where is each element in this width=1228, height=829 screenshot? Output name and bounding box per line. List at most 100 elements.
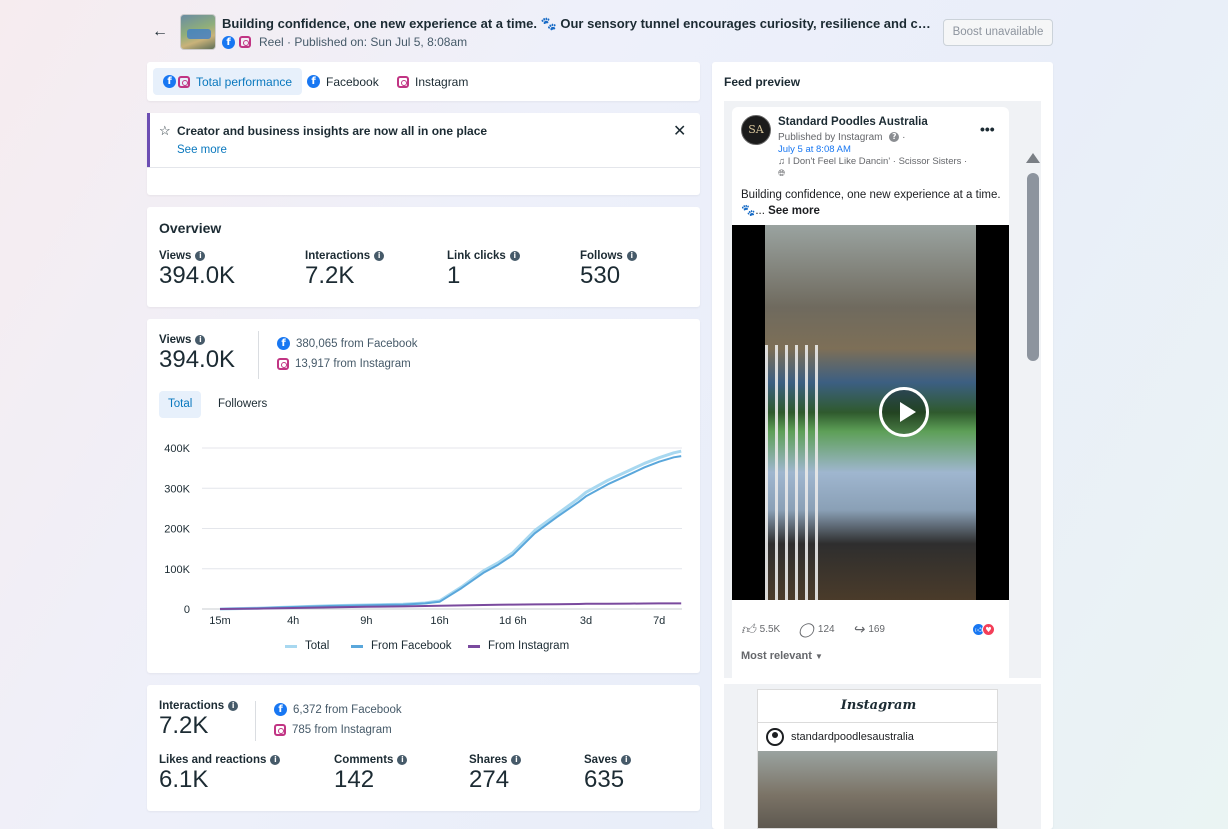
x-tick-label: 1d 6h [499, 615, 527, 627]
tab-label: Total performance [196, 74, 293, 89]
metric-label: Views [159, 250, 192, 262]
overview-card: Overview Views i 394.0K Interactions i 7.2… [147, 207, 700, 307]
x-tick-label: 4h [287, 615, 299, 627]
chevron-down-icon: ▼ [814, 652, 823, 661]
tab-instagram[interactable]: Instagram [387, 68, 478, 95]
metric-link-clicks: Link clicks i 1 [447, 250, 520, 290]
x-tick-label: 15m [209, 615, 230, 627]
legend-total: Total [285, 640, 329, 652]
instagram-icon [239, 36, 251, 48]
info-icon[interactable]: i [195, 250, 206, 261]
metric-shares: Shares i 274 [469, 754, 522, 794]
facebook-icon: f [307, 75, 320, 88]
music-credit[interactable]: ♫ I Don't Feel Like Dancin' · Scissor Si… [778, 156, 967, 167]
series-line-total[interactable] [219, 449, 682, 611]
reaction-bar: 👍︎ 5.5K ◯ 124 ↪ 169 [741, 621, 1003, 638]
metric-label: Link clicks [447, 250, 506, 262]
instagram-preview-frame[interactable]: Instagram standardpoodlesaustralia [724, 684, 1041, 829]
metric-label: Interactions [305, 250, 371, 262]
info-icon[interactable]: i [228, 700, 239, 711]
see-more-link[interactable]: See more [768, 205, 820, 217]
avatar[interactable]: SA [741, 115, 771, 145]
metric-views: Views i 394.0K [159, 250, 235, 290]
reaction-badges: 👍︎ ♥ [972, 623, 995, 636]
divider [147, 167, 700, 168]
notice-title: Creator and business insights are now al… [177, 124, 488, 138]
x-tick-label: 16h [430, 615, 448, 627]
legend-swatch [351, 644, 363, 648]
info-icon[interactable]: i [511, 754, 522, 765]
scroll-thumb[interactable] [1027, 173, 1039, 361]
info-icon[interactable]: i [270, 754, 281, 765]
legend-label: From Instagram [488, 640, 570, 652]
share-button[interactable]: ↪ 169 [853, 621, 885, 638]
star-icon: ☆ [159, 123, 171, 138]
y-tick-label: 400K [164, 443, 190, 455]
metric-likes: Likes and reactions i 6.1K [159, 754, 281, 794]
feed-preview-title: Feed preview [724, 75, 801, 89]
boost-button[interactable]: Boost unavailable [943, 19, 1053, 46]
metric-comments: Comments i 142 [334, 754, 408, 794]
tab-total-performance[interactable]: f Total performance [153, 68, 303, 95]
comment-button[interactable]: ◯ 124 [798, 621, 834, 638]
post-caption: Building confidence, one new experience … [741, 187, 1003, 219]
interactions-facebook: f 6,372 from Facebook [274, 703, 402, 716]
info-icon[interactable]: i [621, 754, 632, 765]
post-meta: f Reel · Published on: Sun Jul 5, 8:08am [222, 35, 467, 49]
metric-value: 394.0K [159, 262, 236, 289]
metric-label: Comments [334, 754, 394, 766]
insights-notice: ☆ Creator and business insights are now … [147, 113, 700, 195]
see-more-link[interactable]: See more [177, 144, 227, 156]
instagram-video[interactable] [758, 751, 997, 828]
info-icon[interactable]: i [374, 250, 385, 261]
comment-icon: ◯ [798, 621, 814, 637]
post-date[interactable]: July 5 at 8:08 AM [778, 144, 851, 155]
instagram-icon [274, 724, 286, 736]
interactions-card: Interactions i 7.2K f 6,372 from Facebook … [147, 685, 700, 811]
facebook-preview-frame[interactable]: SA Standard Poodles Australia Published … [724, 101, 1041, 710]
share-icon: ↪ [852, 621, 865, 637]
interactions-instagram: 785 from Instagram [274, 724, 392, 736]
x-tick-label: 9h [360, 615, 372, 627]
instagram-icon [397, 75, 409, 88]
video-player[interactable] [732, 225, 1009, 600]
instagram-username[interactable]: standardpoodlesaustralia [791, 731, 914, 743]
like-button[interactable]: 👍︎ 5.5K [741, 621, 780, 638]
tab-facebook[interactable]: f Facebook [297, 68, 389, 95]
metric-value: 7.2K [305, 262, 355, 289]
video-frame [765, 225, 976, 600]
metric-value: 142 [334, 766, 375, 793]
info-icon[interactable]: i [397, 754, 408, 765]
back-arrow-icon[interactable]: ← [150, 22, 170, 42]
divider [758, 722, 997, 723]
play-icon[interactable] [879, 387, 929, 437]
platform-tabs: f Total performance f Facebook Instagram [147, 62, 700, 101]
comment-sort-dropdown[interactable]: Most relevant ▼ [741, 650, 823, 662]
metric-label: Likes and reactions [159, 754, 267, 766]
source-value: 785 from Instagram [292, 724, 392, 736]
source-value: 6,372 from Facebook [293, 703, 402, 716]
y-tick-label: 100K [164, 564, 190, 576]
info-icon[interactable]: i [509, 250, 520, 261]
close-icon[interactable]: ✕ [673, 121, 686, 141]
facebook-icon: f [274, 703, 287, 716]
scroll-up-icon[interactable] [1026, 153, 1040, 163]
feed-preview-panel: Feed preview SA Standard Poodles Austral… [712, 62, 1053, 829]
more-options-icon[interactable]: ••• [980, 121, 995, 137]
legend-label: From Facebook [371, 640, 452, 652]
reel-thumbnail [180, 14, 216, 50]
published-by: Published by Instagram ? · [778, 132, 906, 143]
legend-swatch [285, 644, 297, 648]
y-tick-label: 300K [164, 483, 190, 495]
info-icon[interactable]: ? [889, 132, 900, 143]
page-name[interactable]: Standard Poodles Australia [778, 116, 928, 128]
views-line-chart: 0 100K 200K 300K 400K 15m 4h 9h 16h 1d 6h 3d 7d [164, 443, 682, 627]
metric-label: Saves [584, 754, 618, 766]
notice-accent [147, 113, 150, 167]
railing-graphic [765, 345, 825, 600]
preview-scrollbar[interactable] [1026, 153, 1040, 713]
info-icon[interactable]: i [626, 250, 637, 261]
instagram-wordmark: Instagram [840, 698, 917, 713]
metric-label: Shares [469, 754, 508, 766]
post-title: Building confidence, one new experience … [222, 16, 938, 31]
